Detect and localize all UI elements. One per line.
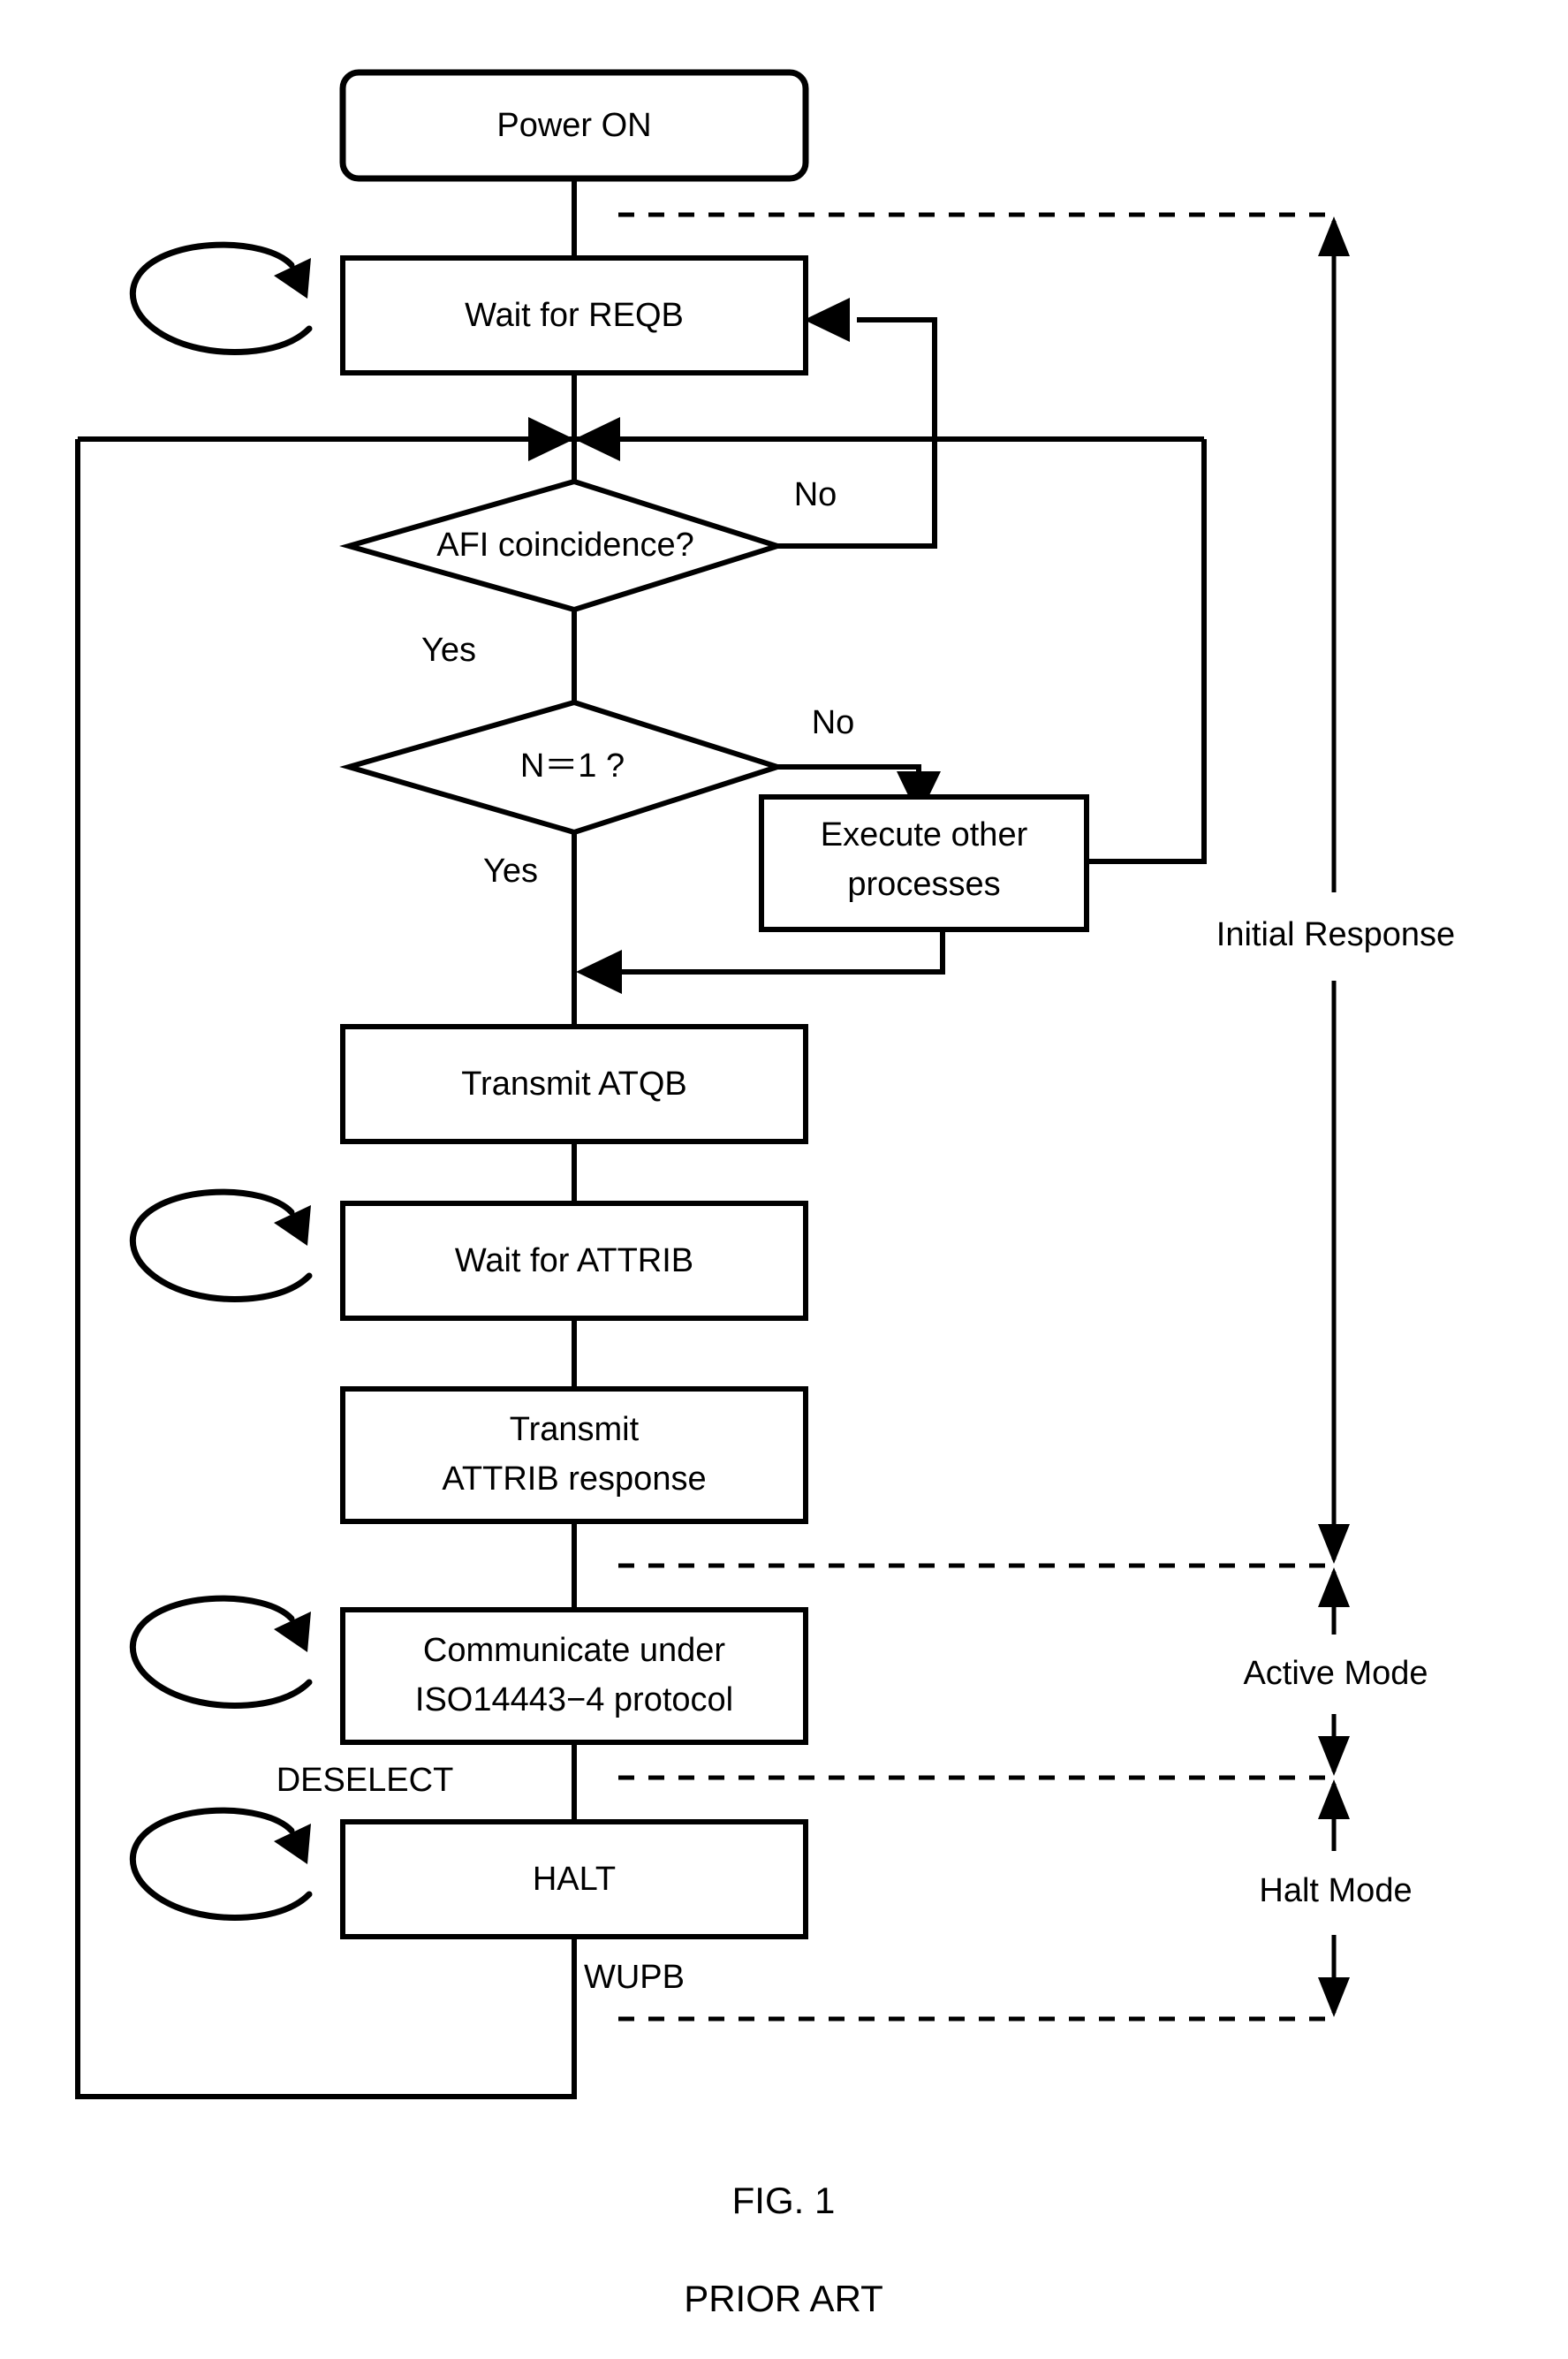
span-double-arrow-icon-active-top [1318, 1567, 1350, 1607]
node-power-on[interactable]: Power ON [339, 69, 809, 182]
node-power-on-label: Power ON [496, 107, 651, 144]
span-double-arrow-icon-halt-bottom [1318, 1977, 1350, 2017]
mode-label-initial-response: Initial Response [1216, 916, 1455, 953]
branch-label-n-yes: Yes [483, 853, 538, 890]
decision-n-equals-one[interactable]: N＝1 ? [339, 699, 786, 836]
flow-arrowhead-icon-merge-right [574, 417, 620, 461]
connector-execute-right-to-merge [1087, 439, 1207, 864]
self-loop-arrow-icon-communicate [130, 1595, 313, 1709]
event-label-wupb: WUPB [584, 1959, 685, 1996]
node-wait-for-attrib[interactable]: Wait for ATTRIB [340, 1201, 808, 1321]
flow-arrowhead-icon-afi-no [804, 298, 850, 342]
span-double-arrow-icon-initial-top [1318, 216, 1350, 256]
node-halt[interactable]: HALT [340, 1819, 808, 1939]
branch-label-afi-yes: Yes [421, 632, 476, 669]
node-execute-other-processes-label-line2: processes [847, 866, 1000, 903]
node-transmit-atqb[interactable]: Transmit ATQB [340, 1024, 808, 1144]
decision-n-equals-one-label: N＝1 ? [520, 747, 625, 785]
node-communicate-iso14443-label-line2: ISO14443−4 protocol [415, 1681, 733, 1718]
flow-arrowhead-icon-merge-left [528, 417, 574, 461]
span-double-arrow-icon-active-bottom [1318, 1736, 1350, 1776]
node-communicate-iso14443[interactable]: Communicate under ISO14443−4 protocol [340, 1607, 808, 1745]
figure-caption: FIG. 1 [732, 2180, 836, 2221]
mode-label-active-mode: Active Mode [1243, 1655, 1428, 1692]
node-transmit-attrib-response-shape [340, 1386, 808, 1524]
self-loop-arrow-icon-waitattrib [130, 1188, 313, 1302]
node-transmit-attrib-response-label-line1: Transmit [510, 1411, 640, 1448]
flowchart-diagram: Power ON Wait for REQB AFI coincidence? … [75, 69, 1455, 2319]
self-loop-arrow-icon-waitreqb [130, 241, 313, 355]
decision-afi-coincidence[interactable]: AFI coincidence? [339, 478, 786, 613]
figure-root: Power ON Wait for REQB AFI coincidence? … [0, 0, 1568, 2359]
event-label-deselect: DESELECT [276, 1762, 454, 1799]
connector-execute-to-spine [618, 929, 945, 975]
node-wait-for-attrib-label: Wait for ATTRIB [455, 1242, 693, 1279]
self-loop-arrow-icon-halt [130, 1807, 313, 1921]
node-communicate-iso14443-shape [340, 1607, 808, 1745]
node-wait-for-reqb[interactable]: Wait for REQB [340, 255, 808, 375]
node-transmit-attrib-response[interactable]: Transmit ATTRIB response [340, 1386, 808, 1524]
branch-label-n-no: No [812, 704, 855, 741]
mode-label-halt-mode: Halt Mode [1259, 1872, 1412, 1909]
span-double-arrow-icon-halt-top [1318, 1779, 1350, 1819]
node-execute-other-processes[interactable]: Execute other processes [759, 794, 1089, 932]
node-halt-label: HALT [533, 1861, 616, 1898]
node-communicate-iso14443-label-line1: Communicate under [423, 1632, 726, 1669]
node-transmit-attrib-response-label-line2: ATTRIB response [442, 1460, 706, 1498]
flow-arrowhead-icon-execute-return [576, 950, 622, 994]
figure-subcaption: PRIOR ART [684, 2278, 883, 2319]
decision-afi-coincidence-label: AFI coincidence? [436, 527, 694, 564]
node-transmit-atqb-label: Transmit ATQB [461, 1066, 686, 1103]
span-double-arrow-icon-initial-bottom [1318, 1524, 1350, 1564]
branch-label-afi-no: No [794, 476, 837, 513]
node-execute-other-processes-label-line1: Execute other [821, 816, 1028, 853]
node-wait-for-reqb-label: Wait for REQB [465, 297, 684, 334]
